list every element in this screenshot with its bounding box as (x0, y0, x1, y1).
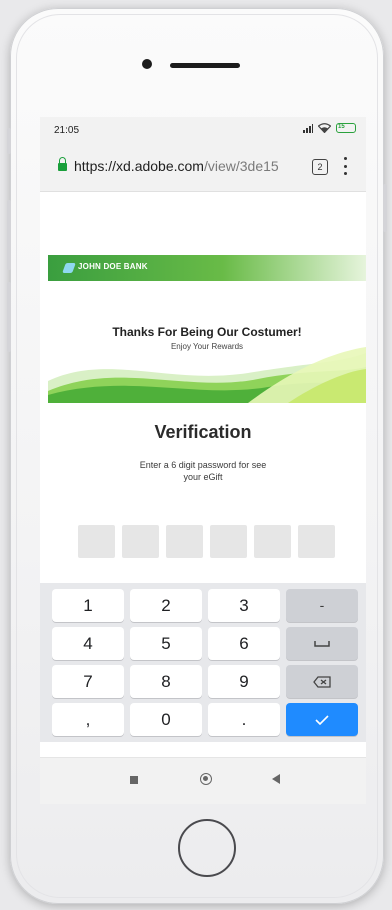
url-field[interactable]: https://xd.adobe.com/view/3de15 (74, 158, 279, 174)
phone-side-button (383, 184, 387, 232)
banner-wave-graphic (48, 347, 366, 403)
tab-switcher-button[interactable]: 2 (312, 159, 328, 175)
bank-header: JOHN DOE BANK (48, 255, 366, 281)
bank-name: JOHN DOE BANK (78, 262, 148, 271)
key-8[interactable]: 8 (130, 665, 202, 698)
verification-title: Verification (154, 422, 252, 442)
space-icon (314, 641, 330, 647)
phone-side-button (7, 128, 11, 154)
backspace-icon (313, 676, 331, 688)
status-bar: 21:05 15 (40, 117, 366, 145)
code-digit-box[interactable] (210, 525, 247, 558)
key-space[interactable] (286, 627, 358, 660)
code-digit-box[interactable] (166, 525, 203, 558)
key-9[interactable]: 9 (208, 665, 280, 698)
key-done[interactable] (286, 703, 358, 736)
banner-title: Thanks For Being Our Costumer! (112, 325, 302, 339)
phone-side-button (7, 200, 11, 270)
recent-apps-icon[interactable] (130, 776, 138, 784)
speaker-grille (170, 63, 240, 68)
code-input-row[interactable] (78, 525, 335, 558)
key-3[interactable]: 3 (208, 589, 280, 622)
key-minus[interactable]: - (286, 589, 358, 622)
key-6[interactable]: 6 (208, 627, 280, 660)
android-nav-bar (40, 757, 366, 804)
numeric-keypad: 1 2 3 - 4 5 6 7 8 9 , 0 . (40, 583, 366, 742)
status-icons: 15 (303, 123, 356, 133)
signal-icon (303, 123, 313, 133)
reward-banner: Thanks For Being Our Costumer! Enjoy You… (48, 283, 366, 403)
phone-side-button (7, 282, 11, 352)
checkmark-icon (315, 715, 329, 726)
key-backspace[interactable] (286, 665, 358, 698)
url-path: /view/3de15 (203, 158, 279, 174)
home-button[interactable] (178, 819, 236, 877)
browser-url-bar: https://xd.adobe.com/view/3de15 2 (40, 145, 366, 192)
key-1[interactable]: 1 (52, 589, 124, 622)
url-host: https://xd.adobe.com (74, 158, 204, 174)
key-5[interactable]: 5 (130, 627, 202, 660)
battery-level: 15 (338, 124, 345, 130)
code-digit-box[interactable] (78, 525, 115, 558)
code-digit-box[interactable] (298, 525, 335, 558)
back-icon[interactable] (272, 774, 280, 784)
status-time: 21:05 (54, 125, 80, 136)
camera-icon (142, 59, 152, 69)
bank-logo-icon (62, 263, 76, 273)
code-digit-box[interactable] (254, 525, 291, 558)
key-period[interactable]: . (208, 703, 280, 736)
key-2[interactable]: 2 (130, 589, 202, 622)
key-4[interactable]: 4 (52, 627, 124, 660)
battery-icon: 15 (336, 123, 356, 133)
browser-menu-icon[interactable] (344, 157, 348, 175)
code-digit-box[interactable] (122, 525, 159, 558)
phone-screen: 21:05 15 https://xd.adobe.com/view/3de15… (40, 117, 366, 804)
lock-icon (58, 157, 67, 171)
key-0[interactable]: 0 (130, 703, 202, 736)
key-7[interactable]: 7 (52, 665, 124, 698)
key-comma[interactable]: , (52, 703, 124, 736)
home-icon[interactable] (200, 773, 212, 785)
verification-description: Enter a 6 digit password for see your eG… (139, 460, 267, 482)
wifi-icon (318, 123, 331, 133)
